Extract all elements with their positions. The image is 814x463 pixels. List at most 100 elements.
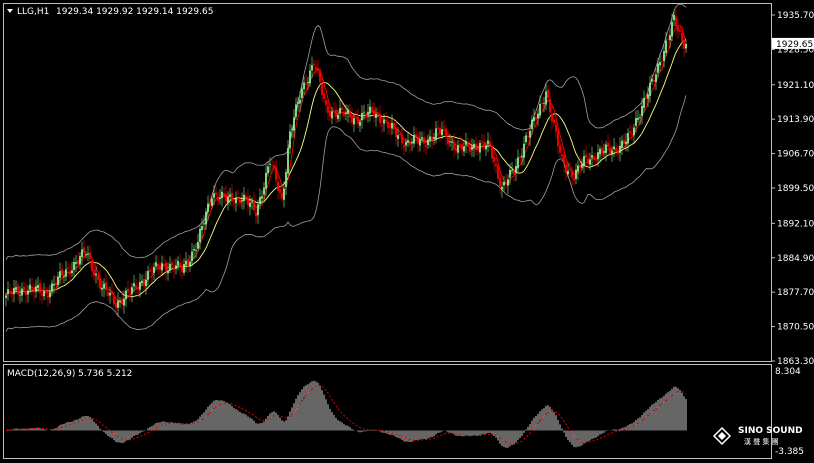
candle-body (559, 144, 561, 153)
candle-body (601, 147, 603, 154)
candle-body (489, 141, 491, 146)
candle-body (279, 189, 281, 193)
candle-body (99, 278, 101, 289)
candle-body (109, 292, 111, 296)
candle-body (617, 151, 619, 155)
candle-body (475, 143, 477, 150)
candle-body (89, 252, 91, 259)
candle-body (117, 300, 119, 308)
candle-body (609, 147, 611, 154)
macd-values: 5.736 5.212 (78, 369, 132, 379)
candle-body (429, 136, 431, 141)
candle-body (407, 140, 409, 143)
candle-body (629, 131, 631, 134)
candle-body (329, 110, 331, 117)
candle-body (685, 43, 687, 49)
candle-body (151, 273, 153, 275)
candle-body (161, 263, 163, 271)
candle-body (399, 133, 401, 136)
candle-body (253, 200, 255, 211)
candle-body (357, 116, 359, 124)
logo-text-cn: 漢 聲 集 團 (744, 437, 779, 446)
candle-body (661, 61, 663, 63)
candle-body (341, 107, 343, 111)
candle-body (355, 117, 357, 119)
candle-body (321, 83, 323, 95)
candle-body (343, 111, 345, 116)
candle-body (379, 113, 381, 124)
candle-body (633, 127, 635, 136)
candle-body (237, 197, 239, 199)
candle-body (579, 164, 581, 169)
candle-body (681, 33, 683, 42)
candle-body (239, 199, 241, 204)
candle-body (393, 122, 395, 130)
candle-body (647, 94, 649, 99)
candle-body (425, 145, 427, 147)
candle-body (663, 51, 665, 61)
candle-body (335, 109, 337, 117)
candle-body (295, 104, 297, 117)
candle-body (373, 110, 375, 117)
candle-body (683, 40, 685, 49)
candle-body (85, 254, 87, 256)
candle-body (423, 137, 425, 144)
candle-body (307, 81, 309, 84)
price-axis-label: 1899.50 (777, 184, 814, 194)
candle-body (369, 106, 371, 114)
price-axis-label: 1877.70 (777, 288, 814, 298)
candle-body (145, 279, 147, 287)
candle-body (225, 194, 227, 202)
candle-body (593, 156, 595, 160)
candle-body (223, 192, 225, 196)
candle-body (73, 262, 75, 270)
candle-body (133, 283, 135, 287)
candle-body (203, 223, 205, 225)
candle-body (61, 269, 63, 276)
candle-body (25, 291, 27, 295)
candle-body (419, 140, 421, 146)
candle-body (639, 117, 641, 118)
candle-body (281, 192, 283, 199)
candle-body (351, 115, 353, 123)
candle-body (521, 155, 523, 158)
candle-body (149, 269, 151, 272)
candle-body (493, 156, 495, 162)
macd-label: MACD(12,26,9) (7, 369, 75, 379)
candle-body (163, 264, 165, 265)
candle-body (543, 102, 545, 104)
candle-body (573, 178, 575, 181)
candle-body (389, 126, 391, 128)
candle-body (265, 172, 267, 189)
candle-body (547, 89, 549, 98)
candle-body (667, 38, 669, 40)
candle-body (439, 127, 441, 134)
candle-body (481, 141, 483, 143)
candle-body (501, 186, 503, 190)
candle-body (519, 156, 521, 159)
candle-body (497, 165, 499, 179)
candle-body (359, 121, 361, 126)
candle-body (35, 286, 37, 292)
candle-body (31, 286, 33, 289)
candle-body (535, 117, 537, 120)
candle-body (111, 291, 113, 295)
candle-body (195, 250, 197, 251)
candle-body (259, 197, 261, 205)
candle-body (523, 143, 525, 158)
candle-body (107, 292, 109, 296)
candle-body (485, 145, 487, 150)
candle-body (29, 284, 31, 290)
candle-body (349, 110, 351, 118)
candle-body (405, 141, 407, 146)
candle-body (77, 260, 79, 264)
candle-body (247, 196, 249, 206)
candle-body (641, 105, 643, 117)
candle-body (285, 172, 287, 187)
candle-body (303, 82, 305, 90)
candle-body (571, 171, 573, 178)
price-axis-label: 1906.70 (777, 150, 814, 160)
candle-body (23, 286, 25, 291)
candle-body (193, 249, 195, 251)
candle-body (583, 156, 585, 167)
